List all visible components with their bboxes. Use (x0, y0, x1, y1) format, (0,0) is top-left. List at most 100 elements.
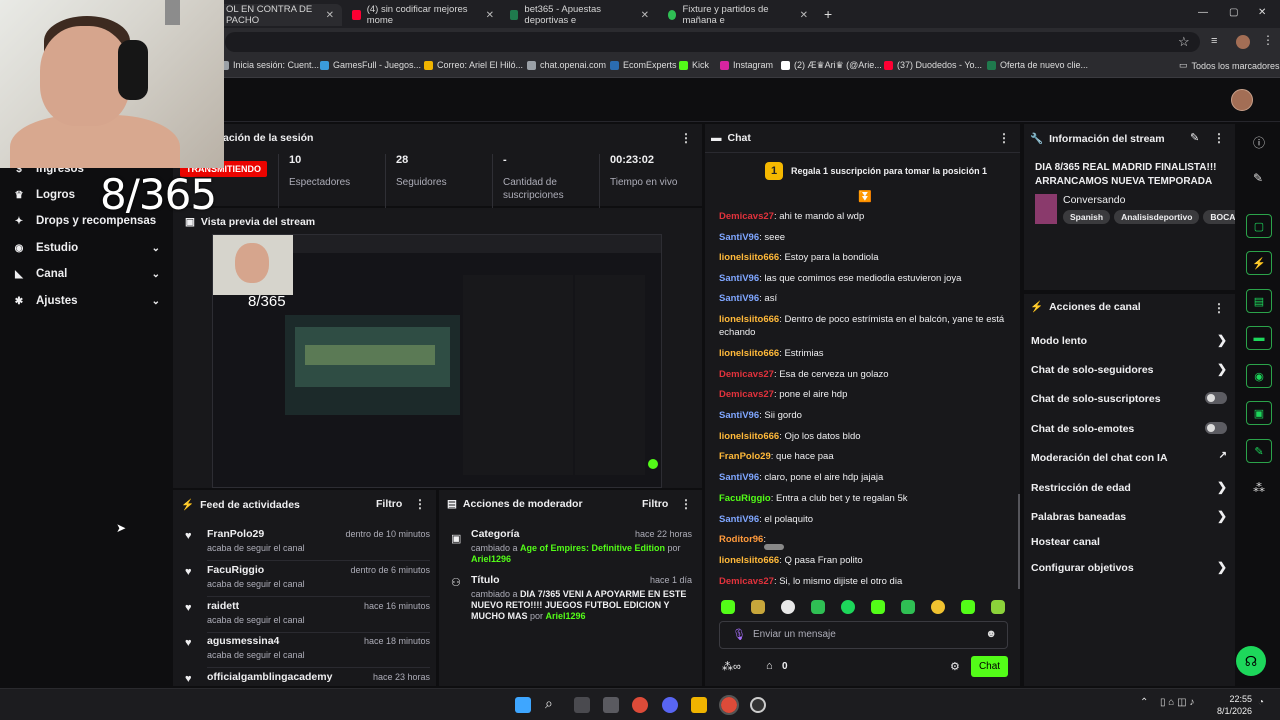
chat-bubble-icon[interactable]: ▬ (1246, 326, 1272, 350)
more-icon[interactable]: ⋮ (1213, 131, 1225, 145)
maximize-button[interactable]: ▢ (1229, 7, 1238, 18)
emote-icon[interactable] (901, 600, 915, 614)
chat-username[interactable]: SantiV96 (719, 232, 759, 243)
send-chat-button[interactable]: Chat (971, 656, 1008, 677)
mod-filter-button[interactable]: Filtro (642, 498, 668, 510)
chat-scrollbar[interactable] (1018, 494, 1020, 589)
profile-avatar[interactable] (1236, 35, 1250, 49)
chat-username[interactable]: Demicavs27 (719, 369, 774, 380)
chevron-down-icon[interactable]: ⏬ (858, 190, 872, 203)
capture-icon[interactable]: ▢ (1246, 214, 1272, 238)
layout-icon[interactable]: ▣ (1246, 401, 1272, 425)
chat-username[interactable]: Demicavs27 (719, 211, 774, 222)
action-emotes-only[interactable]: Chat de solo-emotes (1031, 422, 1227, 435)
action-ai-moderation[interactable]: Moderación del chat con IA ↗ (1031, 450, 1227, 464)
wrench-icon[interactable]: ✎ (1246, 439, 1272, 463)
close-icon[interactable]: ✕ (486, 10, 494, 21)
tray-icons[interactable]: ▯ ⌂ ◫ ♪ (1160, 697, 1194, 708)
bookmark-9[interactable]: (37) Duodedos - Yo... (884, 60, 982, 70)
lightning-icon[interactable]: ⚡ (1246, 251, 1272, 275)
chat-username[interactable]: FranPolo29 (719, 451, 771, 462)
tab-search-icon[interactable]: ≡ (1211, 35, 1217, 47)
bookmark-10[interactable]: Oferta de nuevo clie... (987, 60, 1088, 70)
browser-tab-4[interactable]: Fixture y partidos de mañana e ✕ (660, 4, 816, 26)
minimize-button[interactable]: — (1198, 7, 1208, 18)
browser-tab-2[interactable]: (4) sin codificar mejores mome ✕ (344, 4, 502, 26)
emote-icon[interactable] (811, 600, 825, 614)
chrome-icon[interactable] (632, 697, 648, 713)
pinned-gift-text[interactable]: Regala 1 suscripción para tomar la posic… (791, 166, 987, 176)
folder-icon[interactable] (691, 697, 707, 713)
info-icon[interactable]: ⓘ (1253, 134, 1265, 151)
user-avatar[interactable] (1231, 89, 1253, 111)
emote-icon[interactable] (991, 600, 1005, 614)
bookmark-4[interactable]: chat.openai.com (527, 60, 606, 70)
close-icon[interactable]: ✕ (800, 10, 808, 21)
chat-username[interactable]: lionelsiito666 (719, 314, 779, 325)
browser-tab-3[interactable]: bet365 - Apuestas deportivas e ✕ (502, 4, 657, 26)
close-icon[interactable]: ✕ (641, 10, 649, 21)
windows-start-icon[interactable] (515, 697, 531, 713)
stream-preview[interactable]: 8/365 (212, 234, 662, 488)
toggle-switch[interactable] (1205, 422, 1227, 434)
action-age-restriction[interactable]: Restricción de edad ❯ (1031, 480, 1227, 494)
community-icon[interactable]: ⁂∞ (722, 660, 741, 673)
toggle-switch[interactable] (1205, 392, 1227, 404)
action-subs-only[interactable]: Chat de solo-suscriptores (1031, 392, 1227, 405)
emoji-icon[interactable]: ☻ (985, 628, 997, 640)
more-icon[interactable]: ⋮ (998, 131, 1010, 145)
emote-icon[interactable] (751, 600, 765, 614)
feed-filter-button[interactable]: Filtro (376, 498, 402, 510)
microphone-icon[interactable]: 🎙 (732, 628, 746, 641)
emote-icon[interactable] (721, 600, 735, 614)
chat-username[interactable]: SantiV96 (719, 472, 759, 483)
edit-icon[interactable]: ✎ (1190, 131, 1199, 144)
tray-chevron-icon[interactable]: ⌃ (1140, 697, 1148, 708)
emote-icon[interactable] (931, 600, 945, 614)
obs-icon[interactable] (750, 697, 766, 713)
more-icon[interactable]: ⋮ (414, 497, 426, 511)
chat-username[interactable]: FacuRiggio (719, 493, 771, 504)
browser-tab-1[interactable]: OL EN CONTRA DE PACHO ✕ (218, 4, 342, 26)
emote-icon[interactable] (961, 600, 975, 614)
bookmark-5[interactable]: EcomExperts (610, 60, 677, 70)
action-slow-mode[interactable]: Modo lento ❯ (1031, 333, 1227, 347)
sidebar-item-ajustes[interactable]: ✱ Ajustes ⌄ (14, 295, 160, 307)
notification-icon[interactable]: ◔ (1258, 697, 1264, 708)
bookmark-6[interactable]: Kick (679, 60, 709, 70)
chat-input[interactable]: 🎙 Enviar un mensaje ☻ (719, 621, 1008, 649)
more-icon[interactable]: ⋮ (680, 497, 692, 511)
tag-chip[interactable]: Analisisdeportivo (1114, 210, 1200, 224)
sidebar-item-canal[interactable]: ◣ Canal ⌄ (14, 268, 160, 280)
chat-username[interactable]: lionelsiito666 (719, 555, 779, 566)
star-icon[interactable]: ☆ (1178, 34, 1190, 50)
emote-icon[interactable] (781, 600, 795, 614)
browser-menu-icon[interactable]: ⋮ (1262, 33, 1274, 47)
chat-username[interactable]: SantiV96 (719, 293, 759, 304)
emote-icon[interactable] (841, 600, 855, 614)
chat-username[interactable]: Demicavs27 (719, 389, 774, 400)
community-icon[interactable]: ⁂ (1253, 481, 1265, 495)
discord-icon[interactable] (662, 697, 678, 713)
chat-username[interactable]: Demicavs27 (719, 576, 774, 587)
all-bookmarks[interactable]: ▭ Todos los marcadores (1179, 60, 1280, 71)
bookmark-1[interactable]: Inicia sesión: Cuent... (220, 60, 319, 70)
bookmark-7[interactable]: Instagram (720, 60, 773, 70)
chat-username[interactable]: lionelsiito666 (719, 431, 779, 442)
task-view-icon[interactable] (574, 697, 590, 713)
chat-username[interactable]: lionelsiito666 (719, 348, 779, 359)
tag-chip[interactable]: Spanish (1063, 210, 1111, 224)
action-host-channel[interactable]: Hostear canal (1031, 536, 1227, 548)
chat-username[interactable]: Roditor96 (719, 534, 763, 545)
emote-icon[interactable] (871, 600, 885, 614)
broadcast-icon[interactable]: ◉ (1246, 364, 1272, 388)
search-icon[interactable]: ⌕ (545, 695, 553, 712)
chrome-active-icon[interactable] (719, 695, 739, 715)
bookmark-2[interactable]: GamesFull - Juegos... (320, 60, 421, 70)
close-window-button[interactable]: ✕ (1258, 7, 1266, 18)
store-icon[interactable] (603, 697, 619, 713)
more-icon[interactable]: ⋮ (1213, 301, 1225, 315)
settings-icon[interactable]: ⚙ (950, 660, 960, 673)
bookmark-8[interactable]: (2) Æ♛Ari♛ (@Arie... (781, 60, 882, 71)
action-followers-only[interactable]: Chat de solo-seguidores ❯ (1031, 362, 1227, 376)
